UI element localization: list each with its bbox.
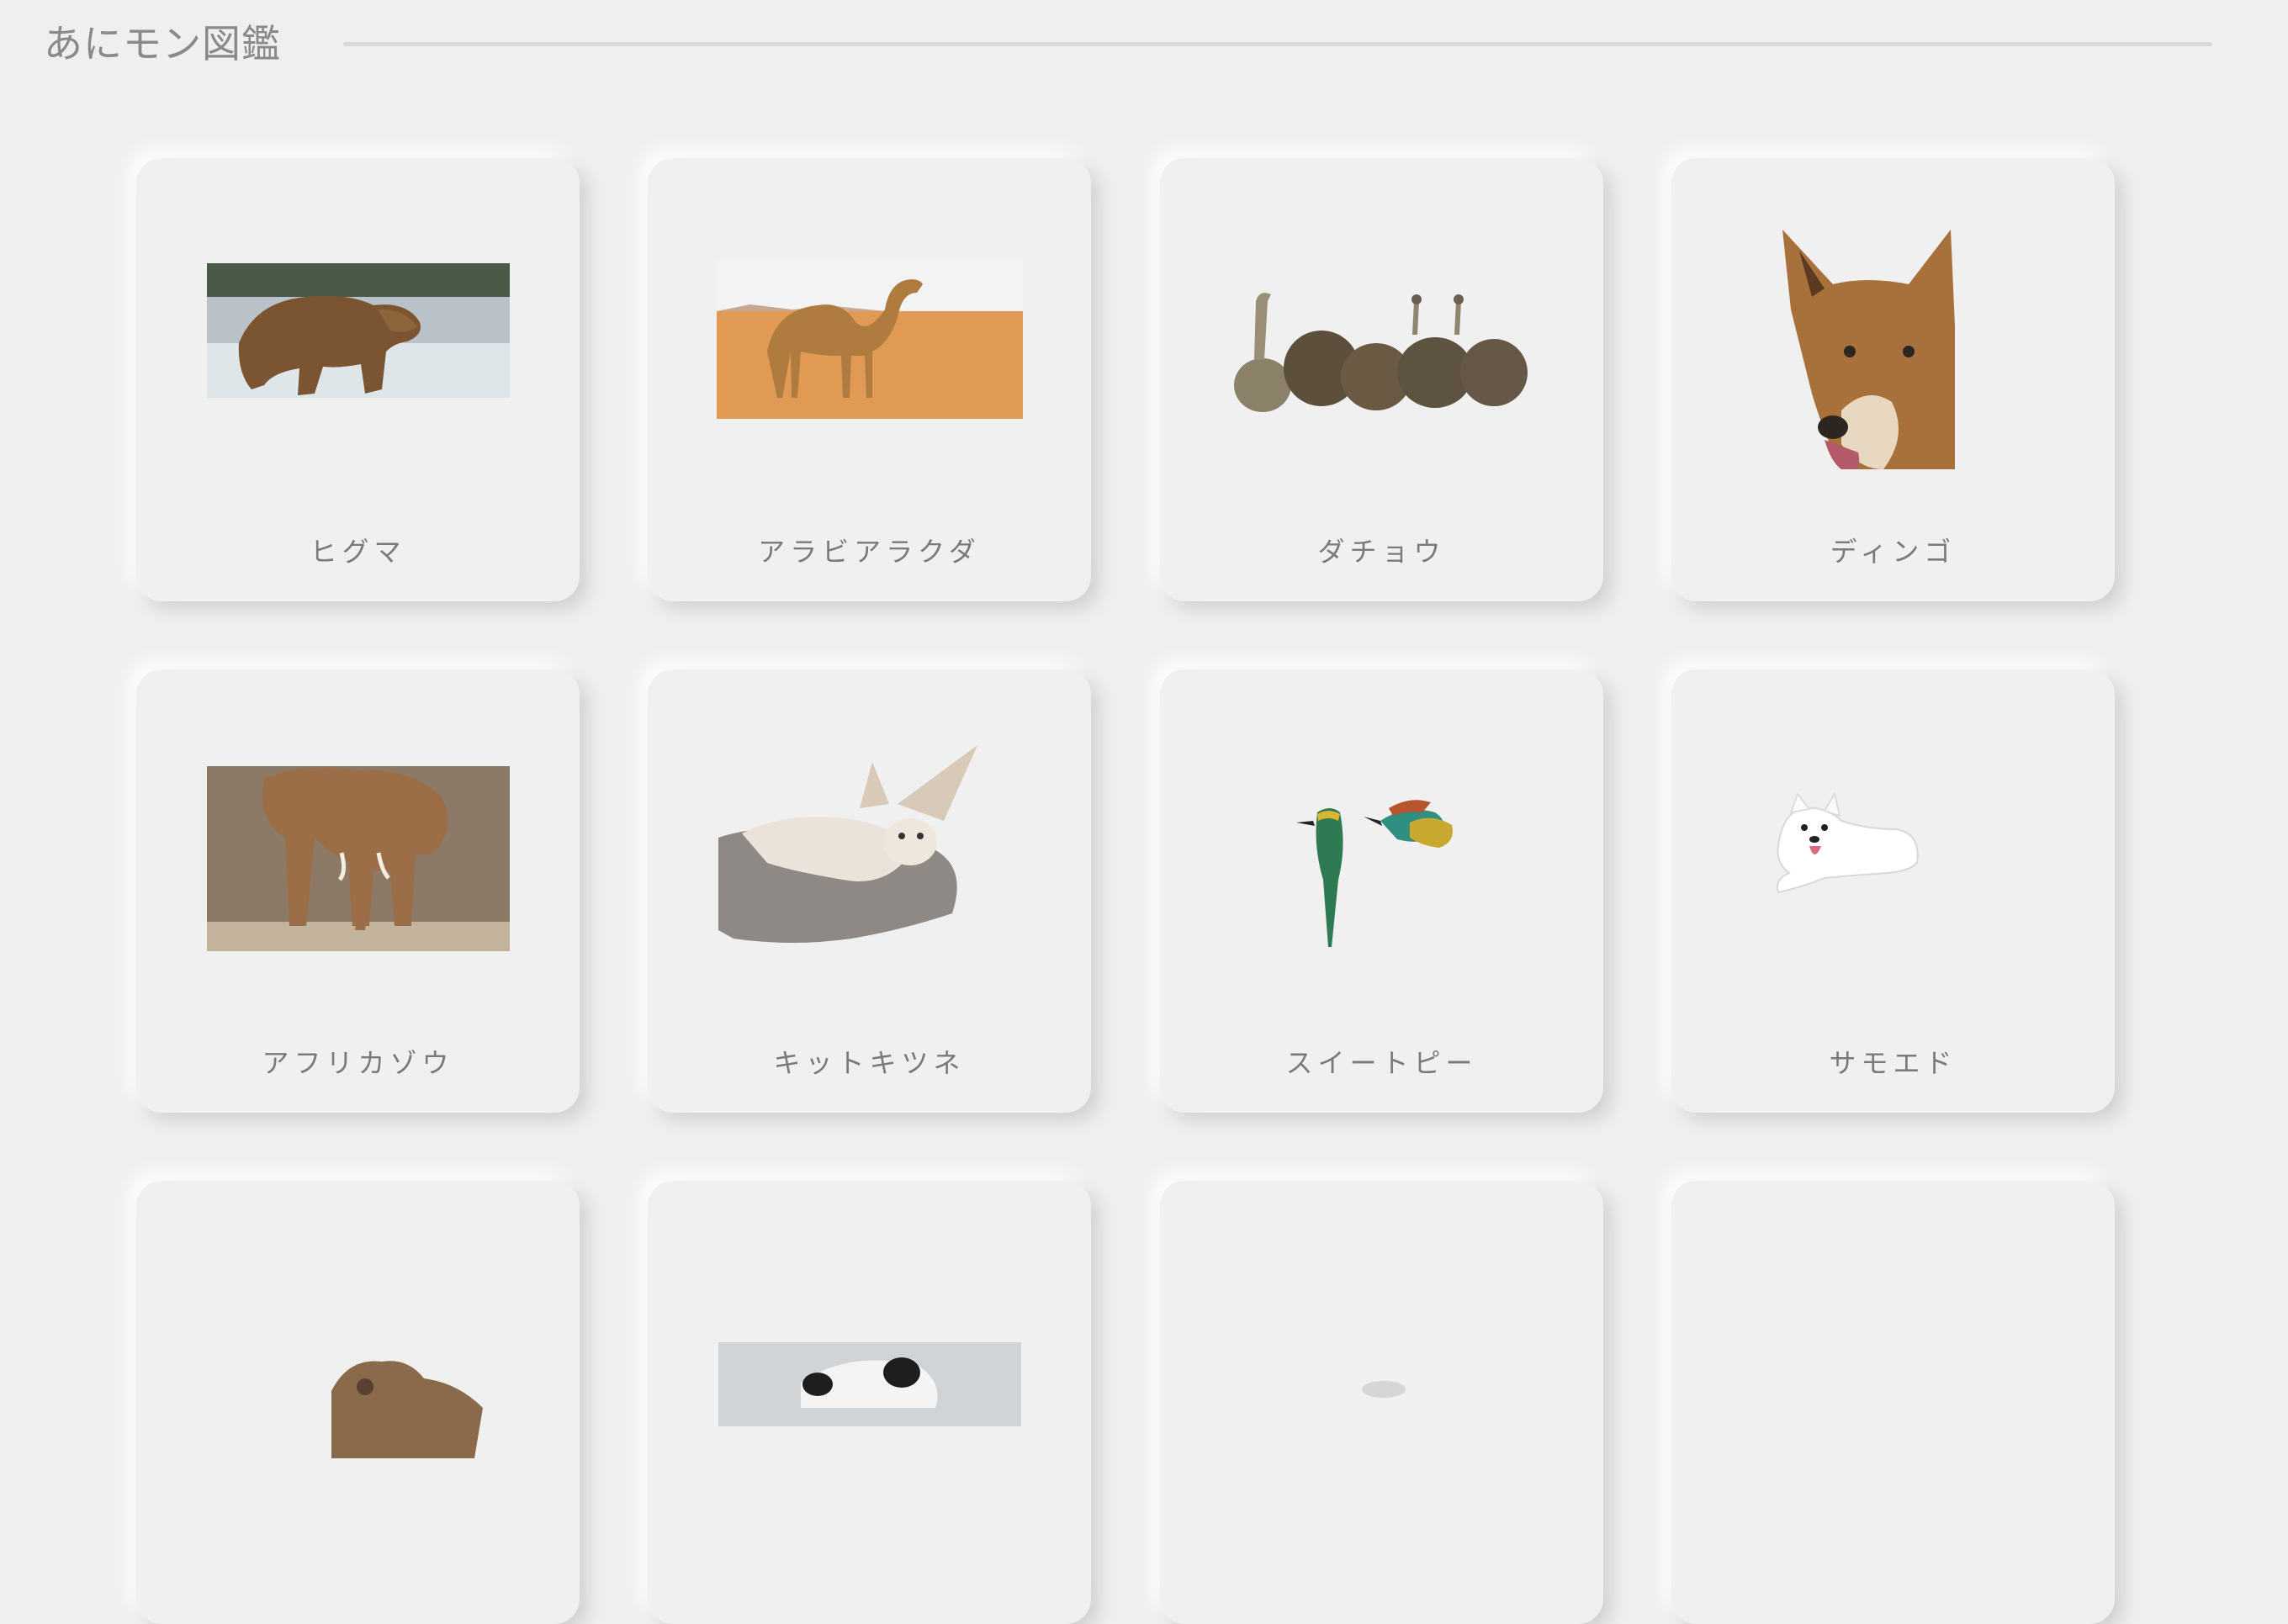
- animal-grid: ヒグマ アラビアラクダ ダチョウ ディンゴ アフリカゾウ キットキツネ スイート…: [0, 0, 2288, 1624]
- animal-name: ディンゴ: [1830, 536, 1957, 568]
- animal-name: アラビアラクダ: [758, 536, 981, 568]
- panda-photo: [718, 1342, 1021, 1426]
- animal-name: ダチョウ: [1317, 536, 1446, 568]
- samoyed-photo: [1776, 791, 1919, 894]
- bear-photo: [331, 1361, 483, 1458]
- dingo-photo: [1782, 230, 1955, 469]
- animal-card-dingo[interactable]: ディンゴ: [1671, 158, 2115, 601]
- animal-card[interactable]: [136, 1181, 580, 1624]
- elephant-photo: [207, 766, 510, 951]
- animal-card-african-elephant[interactable]: アフリカゾウ: [136, 669, 580, 1113]
- animal-photo: [1740, 1240, 2047, 1492]
- animal-name: ヒグマ: [310, 536, 406, 568]
- animal-card[interactable]: [648, 1181, 1091, 1624]
- animal-card[interactable]: [1671, 1181, 2115, 1624]
- ostrich-photo: [1234, 293, 1528, 412]
- brown-bear-photo: [207, 263, 510, 398]
- animal-card-higuma[interactable]: ヒグマ: [136, 158, 580, 601]
- animal-name: サモエド: [1829, 1047, 1957, 1079]
- animal-name: アフリカゾウ: [262, 1047, 454, 1079]
- bee-eater-photo: [1296, 800, 1453, 947]
- animal-card-bee-eater[interactable]: スイートピー: [1160, 669, 1603, 1113]
- animal-name: スイートピー: [1285, 1047, 1478, 1079]
- animal-card[interactable]: [1160, 1181, 1603, 1624]
- animal-card-arabian-camel[interactable]: アラビアラクダ: [648, 158, 1091, 601]
- animal-card-ostrich[interactable]: ダチョウ: [1160, 158, 1603, 601]
- animal-card-kit-fox[interactable]: キットキツネ: [648, 669, 1091, 1113]
- kit-fox-photo: [718, 745, 977, 943]
- camel-photo: [717, 259, 1023, 419]
- animal-name: キットキツネ: [773, 1047, 966, 1079]
- animal-photo: [1362, 1381, 1406, 1398]
- animal-card-samoyed[interactable]: サモエド: [1671, 669, 2115, 1113]
